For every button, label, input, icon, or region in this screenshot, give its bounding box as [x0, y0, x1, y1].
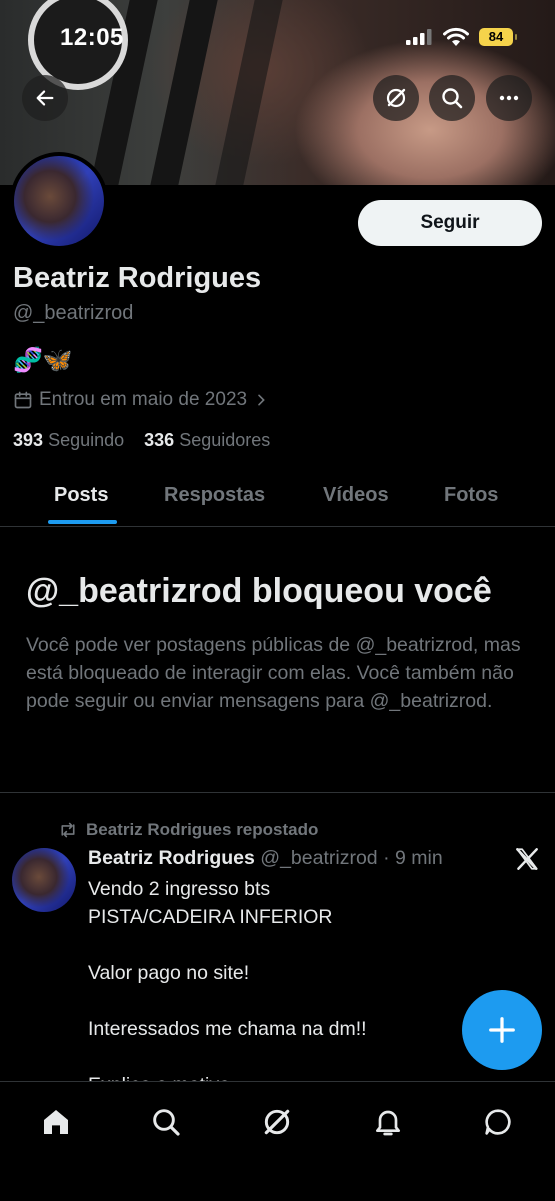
- post-avatar[interactable]: [12, 848, 76, 912]
- grok-icon: [264, 1109, 290, 1135]
- battery-indicator: 84: [479, 28, 517, 46]
- post-time: · 9 min: [383, 847, 443, 869]
- active-tab-indicator: [48, 520, 117, 524]
- nav-search[interactable]: [144, 1100, 188, 1144]
- compose-button[interactable]: [462, 990, 542, 1070]
- post-author-name[interactable]: Beatriz Rodrigues: [88, 847, 255, 869]
- post-line: Interessados me chama na dm!!: [88, 1018, 367, 1040]
- profile-tabs: Posts Respostas Vídeos Fotos: [0, 470, 555, 527]
- follow-button[interactable]: Seguir: [358, 200, 542, 246]
- plus-icon: [489, 1017, 515, 1043]
- followers-link[interactable]: 336 Seguidores: [144, 430, 270, 450]
- x-logo-icon: [516, 848, 538, 870]
- post-text[interactable]: Vendo 2 ingresso bts PISTA/CADEIRA INFER…: [88, 875, 458, 1099]
- post-author-handle[interactable]: @_beatrizrod: [260, 847, 377, 869]
- tab-photos[interactable]: Fotos: [444, 484, 498, 507]
- chevron-right-icon: [258, 394, 265, 406]
- calendar-icon: [14, 391, 32, 409]
- tab-replies[interactable]: Respostas: [164, 484, 265, 507]
- tab-posts[interactable]: Posts: [54, 484, 108, 507]
- more-button[interactable]: [486, 75, 532, 121]
- status-bar: 12:05 84: [0, 0, 555, 72]
- blocked-text: Você pode ver postagens públicas de @_be…: [26, 634, 521, 712]
- post-line: Vendo 2 ingresso bts: [88, 878, 271, 900]
- post-line: PISTA/CADEIRA INFERIOR: [88, 906, 333, 928]
- tab-videos[interactable]: Vídeos: [323, 484, 389, 507]
- search-icon: [153, 1109, 180, 1136]
- messages-icon: [485, 1109, 511, 1135]
- signal-icon: [406, 29, 432, 45]
- post-header: Beatriz Rodrigues @_beatrizrod · 9 min: [88, 847, 443, 870]
- back-button[interactable]: [22, 75, 68, 121]
- repost-label: Beatriz Rodrigues repostado: [86, 820, 319, 839]
- back-arrow-icon: [36, 90, 54, 106]
- grok-button[interactable]: [373, 75, 419, 121]
- nav-notifications[interactable]: [366, 1100, 410, 1144]
- grok-icon: [386, 88, 406, 108]
- repost-icon: [61, 822, 75, 838]
- nav-home[interactable]: [34, 1100, 78, 1144]
- profile-stats: 393 Seguindo 336 Seguidores: [13, 430, 270, 451]
- home-icon: [44, 1110, 68, 1134]
- status-time: 12:05: [60, 24, 124, 51]
- blocked-title: @_beatrizrod bloqueou você: [26, 572, 492, 610]
- search-button[interactable]: [429, 75, 475, 121]
- profile-bio: 🧬🦋: [13, 347, 73, 374]
- joined-text: Entrou em maio de 2023: [39, 389, 248, 410]
- nav-grok[interactable]: [255, 1100, 299, 1144]
- joined-date[interactable]: Entrou em maio de 2023: [13, 389, 269, 411]
- more-icon: [499, 95, 519, 101]
- wifi-icon: [443, 27, 469, 46]
- search-icon: [442, 88, 463, 109]
- divider: [0, 792, 555, 793]
- profile-name: Beatriz Rodrigues: [13, 262, 262, 294]
- nav-messages[interactable]: [476, 1100, 520, 1144]
- bottom-nav: [0, 1081, 555, 1201]
- profile-avatar[interactable]: [10, 152, 108, 250]
- notifications-icon: [376, 1110, 400, 1136]
- profile-handle: @_beatrizrod: [13, 302, 134, 324]
- repost-indicator: Beatriz Rodrigues repostado: [58, 820, 318, 840]
- post-line: Valor pago no site!: [88, 962, 250, 984]
- following-link[interactable]: 393 Seguindo: [13, 430, 124, 450]
